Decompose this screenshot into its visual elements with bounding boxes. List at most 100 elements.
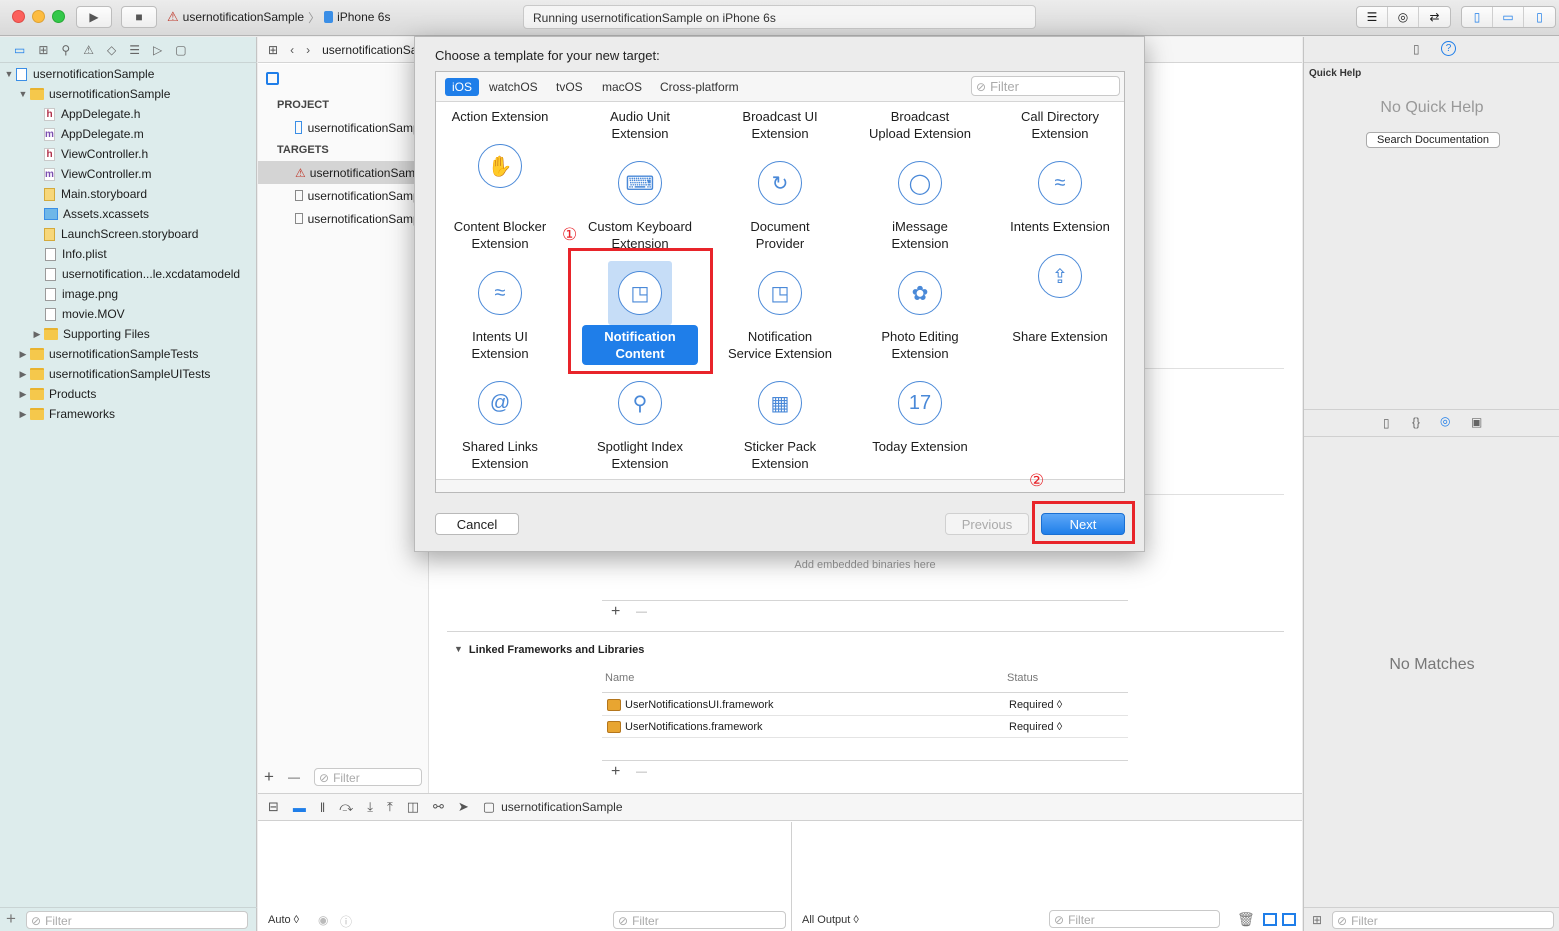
disclosure-triangle-icon[interactable]: ▶ [32,329,42,340]
variables-scope-select[interactable]: Auto ◊ [268,914,299,926]
template-item[interactable]: Intents Extension ⇪ [990,218,1124,308]
navigator-item[interactable]: ▶ Products [0,384,257,404]
cancel-button[interactable]: Cancel [435,513,519,535]
navigator-item[interactable]: Info.plist [0,244,257,264]
split-right-icon[interactable] [1282,913,1296,926]
disclosure-triangle-icon[interactable]: ▶ [18,409,28,420]
template-icon-frame[interactable]: ↻ [748,151,812,215]
code-snippet-icon[interactable]: {} [1412,415,1420,429]
panel-toggle-segment[interactable]: ▯ ▭ ▯ [1461,6,1556,28]
variables-filter-input[interactable]: ⊘ Filter [613,911,786,929]
step-into-icon[interactable]: ⤓ [367,799,373,815]
template-item[interactable]: Shared Links Extension [436,438,570,472]
hide-debug-icon[interactable]: ⊟ [268,799,279,815]
add-embedded-icon[interactable]: + [611,603,620,621]
target-item[interactable]: ⚠ usernotificationSample [258,161,429,184]
template-icon-frame[interactable]: ⇪ [1028,244,1092,308]
disclosure-triangle-icon[interactable]: ▼ [18,89,28,99]
symbol-nav-icon[interactable]: ⊞ [38,43,48,57]
location-icon[interactable]: ➤ [458,799,469,815]
file-template-icon[interactable]: ▯ [1383,416,1390,430]
add-target-icon[interactable]: + [264,767,274,787]
template-item[interactable]: Call Directory Extension ≈ [990,108,1124,215]
debug-nav-icon[interactable]: ☰ [129,43,140,57]
template-icon-frame[interactable]: ◯ [888,151,952,215]
template-item[interactable]: Action Extension ✋ [436,108,570,198]
template-item[interactable]: Document Provider ◳ [710,218,850,325]
file-inspector-icon[interactable]: ▯ [1413,42,1420,56]
template-icon-frame[interactable]: ▦ [748,371,812,435]
find-nav-icon[interactable]: ⚲ [61,43,70,57]
template-item[interactable]: Notification Service Extension ▦ [710,328,850,435]
navigator-item[interactable]: ▼ usernotificationSample [0,64,257,84]
template-icon-frame[interactable]: ⌨ [608,151,672,215]
navigator-toggle-icon[interactable]: ▯ [1462,7,1493,27]
navigator-item[interactable]: movie.MOV [0,304,257,324]
template-item[interactable]: Content Blocker Extension ≈ [436,218,570,325]
navigator-item[interactable]: ▶ Supporting Files [0,324,257,344]
target-filter-input[interactable]: ⊘ Filter [314,768,422,786]
media-library-icon[interactable]: ▣ [1471,415,1482,429]
template-item[interactable]: iMessage Extension ✿ [850,218,990,325]
template-icon-frame[interactable]: ◳ [748,261,812,325]
template-item[interactable]: Broadcast Upload Extension ◯ [850,108,990,215]
search-documentation-button[interactable]: Search Documentation [1366,132,1500,148]
remove-embedded-icon[interactable]: — [636,606,647,618]
template-icon-frame[interactable]: @ [468,371,532,435]
tab-watchos[interactable]: watchOS [482,78,545,96]
template-item[interactable]: Audio Unit Extension ⌨ [570,108,710,215]
column-header-status[interactable]: Status [1007,672,1038,684]
template-item[interactable]: Sticker Pack Extension [710,438,850,472]
console-filter-input[interactable]: ⊘ Filter [1049,910,1220,928]
back-arrow-icon[interactable]: ‹ [290,43,294,57]
navigator-item[interactable]: LaunchScreen.storyboard [0,224,257,244]
navigator-item[interactable]: ▼ usernotificationSample [0,84,257,104]
close-window-button[interactable] [12,10,25,23]
tab-cross-platform[interactable]: Cross-platform [653,78,746,96]
disclosure-triangle-icon[interactable]: ▼ [4,69,14,79]
template-item[interactable]: Today Extension [850,438,990,455]
navigator-filter-input[interactable]: ⊘ Filter [26,911,248,929]
template-item[interactable]: Share Extension [990,328,1124,345]
linked-frameworks-header[interactable]: ▼ Linked Frameworks and Libraries [454,644,644,656]
eye-icon[interactable]: ◉ [318,913,328,927]
template-filter-input[interactable]: ⊘ Filter [971,76,1120,96]
memory-graph-icon[interactable]: ⚯ [433,799,444,815]
template-item[interactable]: Spotlight Index Extension [570,438,710,472]
navigator-item[interactable]: usernotification...le.xcdatamodeld [0,264,257,284]
template-item[interactable]: Intents UI Extension @ [436,328,570,435]
template-icon-frame[interactable]: ✿ [888,261,952,325]
navigator-item[interactable]: h AppDelegate.h [0,104,257,124]
previous-button[interactable]: Previous [945,513,1029,535]
template-icon-frame[interactable]: ⚲ [608,371,672,435]
table-row[interactable]: UserNotifications.framework Required ◊ [602,716,1128,738]
view-debugger-icon[interactable]: ◫ [407,799,419,815]
tab-tvos[interactable]: tvOS [549,78,590,96]
related-items-icon[interactable]: ⊞ [268,43,278,57]
zoom-window-button[interactable] [52,10,65,23]
template-icon-frame[interactable]: 17 [888,371,952,435]
split-left-icon[interactable] [1263,913,1277,926]
debug-split-divider[interactable] [791,822,792,931]
column-header-name[interactable]: Name [605,672,634,684]
step-over-icon[interactable]: ⤼ [339,799,353,815]
navigator-item[interactable]: image.png [0,284,257,304]
navigator-item[interactable]: m ViewController.m [0,164,257,184]
quick-help-icon[interactable]: ? [1441,41,1456,56]
folder-nav-icon[interactable]: ▭ [14,43,25,57]
add-framework-icon[interactable]: + [611,763,620,781]
step-out-icon[interactable]: ⤒ [387,799,393,815]
minimize-window-button[interactable] [32,10,45,23]
disclosure-triangle-icon[interactable]: ▶ [18,369,28,380]
tab-ios[interactable]: iOS [445,78,480,96]
editor-mode-segment[interactable]: ☰ ◎ ⇄ [1356,6,1451,28]
debug-toggle-icon[interactable]: ▭ [1493,7,1524,27]
remove-framework-icon[interactable]: — [636,766,647,778]
target-item[interactable]: usernotificationSample [258,184,429,207]
template-icon-frame[interactable]: ≈ [1028,151,1092,215]
navigator-item[interactable]: Main.storyboard [0,184,257,204]
navigator-item[interactable]: Assets.xcassets [0,204,257,224]
disclosure-triangle-icon[interactable]: ▶ [18,389,28,400]
pause-icon[interactable]: ‖ [320,800,325,815]
next-button[interactable]: Next [1041,513,1125,535]
